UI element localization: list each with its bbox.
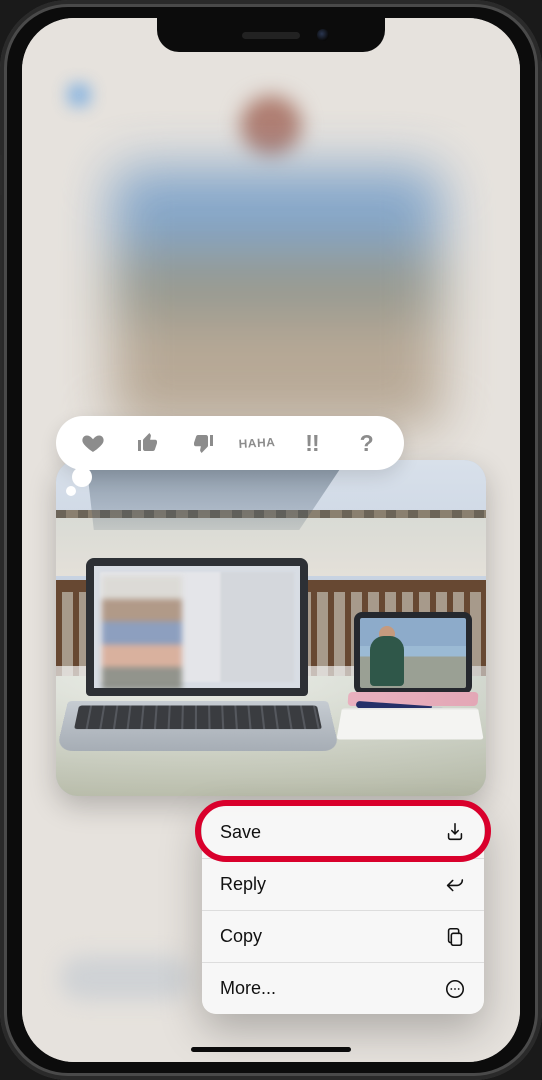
input-field-blur bbox=[60, 956, 190, 1000]
download-icon bbox=[444, 821, 466, 843]
menu-item-copy[interactable]: Copy bbox=[202, 910, 484, 962]
contact-avatar-blur bbox=[241, 96, 301, 156]
silent-switch bbox=[0, 155, 2, 195]
copy-icon bbox=[444, 926, 466, 948]
haha-bottom: HA bbox=[257, 437, 276, 449]
image-laptop-base bbox=[56, 701, 340, 751]
menu-item-label: Copy bbox=[220, 926, 262, 947]
back-button-blur bbox=[68, 84, 90, 106]
volume-up-button bbox=[0, 230, 2, 300]
image-laptop-keyboard bbox=[74, 705, 322, 729]
tapback-heart[interactable] bbox=[75, 425, 111, 461]
phone-frame: HA HA !! ? bbox=[0, 0, 542, 1080]
tapback-tail-small bbox=[66, 486, 76, 496]
menu-item-label: Reply bbox=[220, 874, 266, 895]
image-laptop bbox=[68, 558, 328, 770]
menu-item-label: More... bbox=[220, 978, 276, 999]
menu-item-save[interactable]: Save bbox=[202, 806, 484, 858]
tapback-thumbs-down[interactable] bbox=[185, 425, 221, 461]
message-photo-blur bbox=[112, 168, 442, 428]
haha-top: HA bbox=[239, 438, 258, 450]
home-indicator[interactable] bbox=[191, 1047, 351, 1052]
menu-item-label: Save bbox=[220, 822, 261, 843]
tapback-tail bbox=[72, 467, 92, 487]
image-laptop-screen bbox=[86, 558, 308, 696]
context-menu: Save Reply Copy bbox=[202, 806, 484, 1014]
image-ipad bbox=[354, 612, 472, 694]
earpiece bbox=[242, 32, 300, 39]
message-image[interactable] bbox=[56, 460, 486, 796]
front-camera bbox=[317, 29, 329, 41]
more-icon bbox=[444, 978, 466, 1000]
image-ipad-person-body bbox=[370, 636, 404, 686]
tapback-exclaim[interactable]: !! bbox=[294, 425, 330, 461]
notch bbox=[157, 18, 385, 52]
image-notebook bbox=[336, 708, 483, 740]
image-laptop-content bbox=[102, 576, 182, 690]
tapback-thumbs-up[interactable] bbox=[130, 425, 166, 461]
screen: HA HA !! ? bbox=[22, 18, 520, 1062]
reply-icon bbox=[444, 874, 466, 896]
tapback-haha[interactable]: HA HA bbox=[238, 424, 276, 462]
menu-item-reply[interactable]: Reply bbox=[202, 858, 484, 910]
volume-down-button bbox=[0, 320, 2, 390]
tapback-bar: HA HA !! ? bbox=[56, 416, 404, 470]
tapback-question[interactable]: ? bbox=[349, 425, 385, 461]
menu-item-more[interactable]: More... bbox=[202, 962, 484, 1014]
